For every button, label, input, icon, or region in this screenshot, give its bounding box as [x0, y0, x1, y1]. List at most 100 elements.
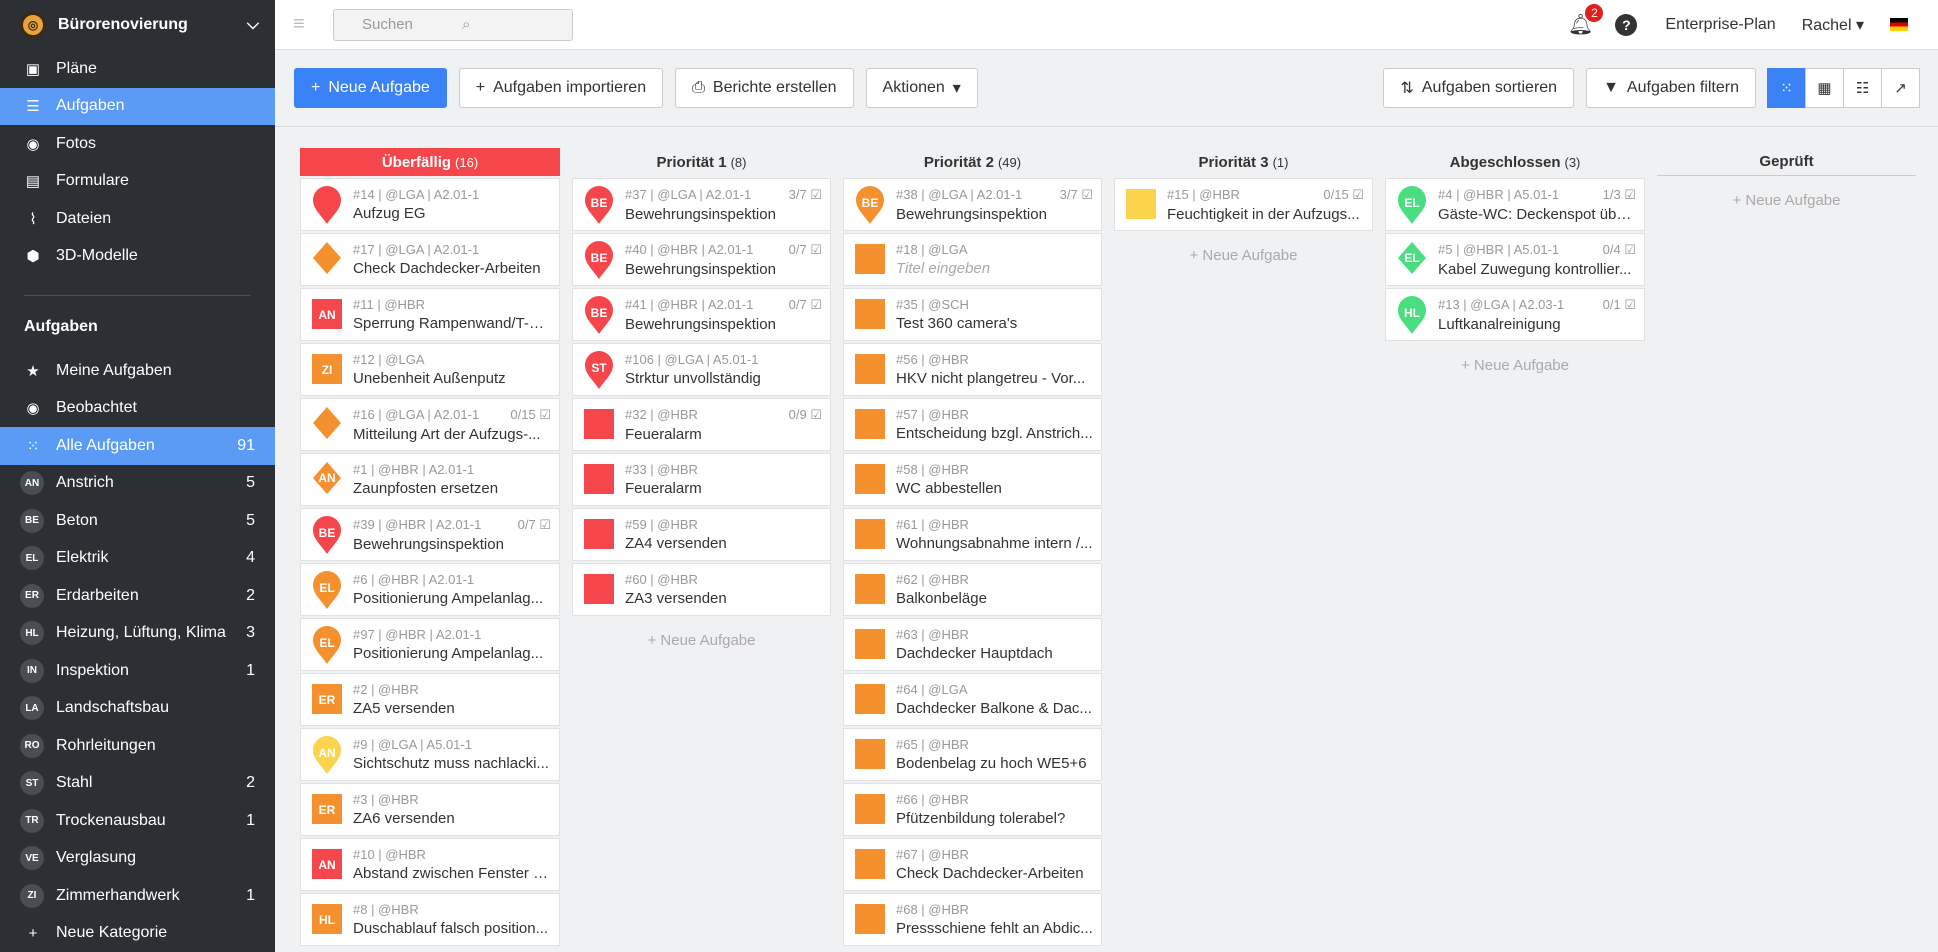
- actions-dropdown[interactable]: Aktionen ▾: [865, 68, 978, 108]
- task-card[interactable]: #61 | @HBR Wohnungsabnahme intern /...: [843, 508, 1102, 561]
- task-card[interactable]: #58 | @HBR WC abbestellen: [843, 453, 1102, 506]
- task-card[interactable]: EL #5 | @HBR | A5.01-1 0/4 ☑ Kabel Zuwegung…: [1385, 233, 1645, 286]
- add-task-link[interactable]: + Neue Aufgabe: [1657, 178, 1916, 223]
- notifications-button[interactable]: 🔔︎ 2: [1568, 4, 1604, 37]
- task-title: Bewehrungsinspektion: [896, 205, 1047, 223]
- category-stahl[interactable]: ST Stahl 2: [0, 765, 275, 803]
- task-card[interactable]: BE #40 | @HBR | A2.01-1 0/7 ☑ Bewehrungsins…: [572, 233, 831, 286]
- task-marker-icon: ZI: [311, 350, 343, 390]
- category-erdarbeiten[interactable]: ER Erdarbeiten 2: [0, 577, 275, 615]
- task-card[interactable]: #33 | @HBR Feueralarm: [572, 453, 831, 506]
- category-heizung-lüftung-klima[interactable]: HL Heizung, Lüftung, Klima 3: [0, 615, 275, 653]
- task-card[interactable]: #14 | @LGA | A2.01-1 Aufzug EG: [300, 178, 560, 231]
- task-card[interactable]: AN #10 | @HBR Abstand zwischen Fenster u..…: [300, 838, 560, 891]
- task-card[interactable]: AN #9 | @LGA | A5.01-1 Sichtschutz muss na…: [300, 728, 560, 781]
- column-title: Geprüft: [1759, 153, 1814, 170]
- task-card[interactable]: ZI #12 | @LGA Unebenheit Außenputz: [300, 343, 560, 396]
- task-card[interactable]: HL #8 | @HBR Duschablauf falsch position..…: [300, 893, 560, 946]
- task-meta-text: #15 | @HBR: [1167, 186, 1240, 202]
- category-verglasung[interactable]: VE Verglasung: [0, 840, 275, 878]
- category-zimmerhandwerk[interactable]: ZI Zimmerhandwerk 1: [0, 877, 275, 915]
- task-card[interactable]: EL #97 | @HBR | A2.01-1 Positionierung Amp…: [300, 618, 560, 671]
- task-card[interactable]: #67 | @HBR Check Dachdecker-Arbeiten: [843, 838, 1102, 891]
- category-trockenausbau[interactable]: TR Trockenausbau 1: [0, 802, 275, 840]
- category-beton[interactable]: BE Beton 5: [0, 502, 275, 540]
- task-card[interactable]: #56 | @HBR HKV nicht plangetreu - Vor...: [843, 343, 1102, 396]
- task-card[interactable]: #65 | @HBR Bodenbelag zu hoch WE5+6: [843, 728, 1102, 781]
- task-card[interactable]: AN #11 | @HBR Sperrung Rampenwand/T-S...: [300, 288, 560, 341]
- category-count: 2: [246, 586, 255, 604]
- task-card[interactable]: #59 | @HBR ZA4 versenden: [572, 508, 831, 561]
- task-card[interactable]: HL #13 | @LGA | A2.03-1 0/1 ☑ Luftkanalrein…: [1385, 288, 1645, 341]
- task-card[interactable]: #35 | @SCH Test 360 camera's: [843, 288, 1102, 341]
- task-card[interactable]: #15 | @HBR 0/15 ☑ Feuchtigkeit in der Aufz…: [1114, 178, 1373, 231]
- sidebar-item-dateien[interactable]: ⌇ Dateien: [0, 200, 275, 238]
- import-tasks-button[interactable]: + Aufgaben importieren: [458, 68, 664, 108]
- sidebar-item-beobachtet[interactable]: ◉ Beobachtet: [0, 390, 275, 428]
- sidebar-item-fotos[interactable]: ◉ Fotos: [0, 125, 275, 163]
- column-überfällig: Überfällig (16) #14 | @LGA | A2.01-1 Aufzug…: [300, 148, 560, 952]
- task-card[interactable]: #60 | @HBR ZA3 versenden: [572, 563, 831, 616]
- hamburger-icon[interactable]: ≡: [293, 13, 313, 36]
- task-card[interactable]: ST #106 | @LGA | A5.01-1 Strktur unvollstä…: [572, 343, 831, 396]
- german-flag-icon[interactable]: [1890, 18, 1908, 31]
- task-card[interactable]: BE #39 | @HBR | A2.01-1 0/7 ☑ Bewehrungsins…: [300, 508, 560, 561]
- filter-tasks-button[interactable]: ▼ Aufgaben filtern: [1586, 68, 1756, 108]
- new-task-button[interactable]: + Neue Aufgabe: [294, 68, 447, 108]
- category-rohrleitungen[interactable]: RO Rohrleitungen: [0, 727, 275, 765]
- task-info: #2 | @HBR ZA5 versenden: [353, 682, 551, 717]
- task-card[interactable]: ER #2 | @HBR ZA5 versenden: [300, 673, 560, 726]
- calendar-view-icon[interactable]: ▦: [1805, 68, 1844, 108]
- task-card[interactable]: ER #3 | @HBR ZA6 versenden: [300, 783, 560, 836]
- sort-tasks-button[interactable]: ⇅ Aufgaben sortieren: [1383, 68, 1575, 108]
- sidebar-item-aufgaben[interactable]: ☰ Aufgaben: [0, 87, 275, 125]
- category-inspektion[interactable]: IN Inspektion 1: [0, 652, 275, 690]
- task-card[interactable]: #17 | @LGA | A2.01-1 Check Dachdecker-Arb…: [300, 233, 560, 286]
- category-anstrich[interactable]: AN Anstrich 5: [0, 465, 275, 503]
- search-input[interactable]: Suchen ⌕: [333, 8, 573, 41]
- sidebar-item-alle-aufgaben[interactable]: ⁙ Alle Aufgaben 91: [0, 427, 275, 465]
- new-category-button[interactable]: + Neue Kategorie: [0, 915, 275, 952]
- task-title: Titel eingeben: [896, 260, 991, 277]
- filter-icon: ▼: [1603, 79, 1619, 96]
- project-selector[interactable]: ◎ Bürorenovierung ⌵: [0, 0, 275, 50]
- plan-link[interactable]: Enterprise-Plan: [1665, 16, 1775, 34]
- task-marker-icon: BE: [311, 515, 343, 555]
- task-card[interactable]: #16 | @LGA | A2.01-1 0/15 ☑ Mitteilung Art…: [300, 398, 560, 451]
- add-task-link[interactable]: + Neue Aufgabe: [1385, 343, 1645, 388]
- add-task-link[interactable]: + Neue Aufgabe: [1114, 233, 1373, 278]
- task-card[interactable]: #32 | @HBR 0/9 ☑ Feueralarm: [572, 398, 831, 451]
- task-card[interactable]: BE #37 | @LGA | A2.01-1 3/7 ☑ Bewehrungsins…: [572, 178, 831, 231]
- task-card[interactable]: AN #1 | @HBR | A2.01-1 Zaunpfosten ersetze…: [300, 453, 560, 506]
- column-count: (49): [997, 154, 1022, 170]
- actions-label: Aktionen: [882, 79, 945, 96]
- category-landschaftsbau[interactable]: LA Landschaftsbau: [0, 690, 275, 728]
- task-marker-icon: [854, 350, 886, 390]
- task-card[interactable]: EL #4 | @HBR | A5.01-1 1/3 ☑ Gäste-WC: Deck…: [1385, 178, 1645, 231]
- task-card[interactable]: #62 | @HBR Balkonbeläge: [843, 563, 1102, 616]
- sidebar-item-3d-modelle[interactable]: ⬢ 3D-Modelle: [0, 238, 275, 276]
- sort-icon: ⇅: [1400, 80, 1414, 97]
- task-card[interactable]: #66 | @HBR Pfützenbildung tolerabel?: [843, 783, 1102, 836]
- task-card[interactable]: #63 | @HBR Dachdecker Hauptdach: [843, 618, 1102, 671]
- task-card[interactable]: #18 | @LGA Titel eingeben: [843, 233, 1102, 286]
- gantt-view-icon[interactable]: ☷: [1843, 68, 1882, 108]
- board-view-icon[interactable]: ⁙: [1767, 68, 1806, 108]
- sidebar-item-pläne[interactable]: ▣ Pläne: [0, 50, 275, 88]
- sidebar-item-meine-aufgaben[interactable]: ★ Meine Aufgaben: [0, 352, 275, 390]
- user-menu[interactable]: Rachel ▾: [1802, 15, 1864, 35]
- help-icon[interactable]: ?: [1615, 13, 1638, 36]
- chart-view-icon[interactable]: ↗: [1881, 68, 1920, 108]
- task-card[interactable]: #64 | @LGA Dachdecker Balkone & Dac...: [843, 673, 1102, 726]
- plus-icon: +: [28, 924, 38, 942]
- task-card[interactable]: BE #41 | @HBR | A2.01-1 0/7 ☑ Bewehrungsins…: [572, 288, 831, 341]
- task-card[interactable]: #68 | @HBR Pressschiene fehlt an Abdic...: [843, 893, 1102, 946]
- add-task-link[interactable]: + Neue Aufgabe: [572, 618, 831, 663]
- create-reports-button[interactable]: ⎙ Berichte erstellen: [675, 68, 854, 108]
- task-card[interactable]: BE #38 | @LGA | A2.01-1 3/7 ☑ Bewehrungsins…: [843, 178, 1102, 231]
- task-meta: #65 | @HBR: [896, 737, 1093, 752]
- category-elektrik[interactable]: EL Elektrik 4: [0, 540, 275, 578]
- task-card[interactable]: EL #6 | @HBR | A2.01-1 Positionierung Ampe…: [300, 563, 560, 616]
- task-card[interactable]: #57 | @HBR Entscheidung bzgl. Anstrich...: [843, 398, 1102, 451]
- sidebar-item-formulare[interactable]: ▤ Formulare: [0, 163, 275, 201]
